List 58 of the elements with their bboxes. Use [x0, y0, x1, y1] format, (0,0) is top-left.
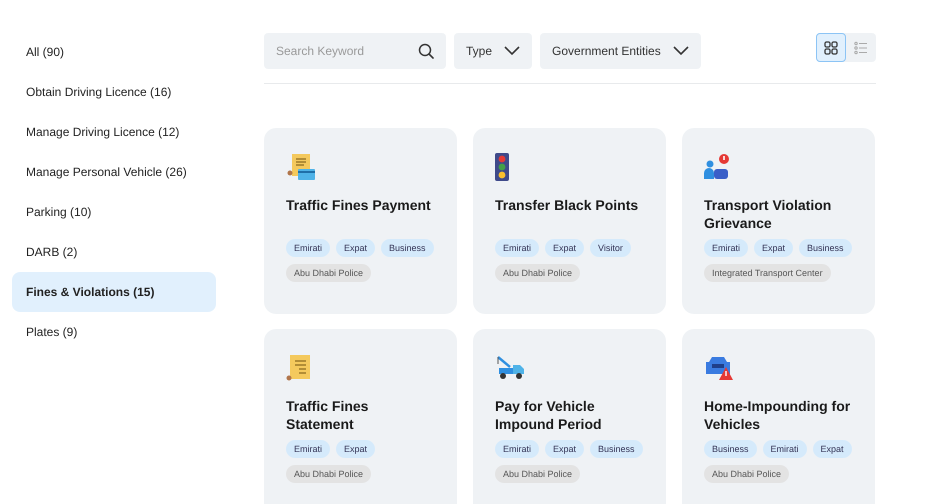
category-item[interactable]: Manage Driving Licence (12) — [12, 112, 216, 152]
entity-tag: Abu Dhabi Police — [286, 264, 372, 282]
category-item[interactable]: Manage Personal Vehicle (26) — [12, 152, 216, 192]
audience-tag: Business — [799, 239, 852, 257]
service-card[interactable]: Traffic Fines Statement Emirati Expat Abu Dhabi Police — [264, 329, 457, 504]
tow-truck-icon — [495, 355, 525, 381]
card-title: Traffic Fines Payment — [286, 196, 432, 215]
service-card[interactable]: Transport Violation Grievance Emirati Expat Business Integrated Transport Center — [682, 128, 875, 314]
audience-tag: Emirati — [286, 440, 330, 458]
service-card[interactable]: Home-Impounding for Vehicles Business Emirati Expat Abu Dhabi Police — [682, 329, 875, 504]
card-title: Transfer Black Points — [495, 196, 640, 215]
filter-dropdown[interactable]: Type — [454, 33, 532, 69]
filter-dropdown[interactable]: Government Entities — [540, 33, 701, 69]
audience-tag: Emirati — [704, 239, 748, 257]
service-card[interactable]: Traffic Fines Payment Emirati Expat Business Abu Dhabi Police — [264, 128, 457, 314]
audience-tag: Business — [590, 440, 643, 458]
audience-tag: Visitor — [590, 239, 631, 257]
grid-view-button[interactable] — [816, 33, 846, 62]
audience-tag: Expat — [812, 440, 852, 458]
entity-tag: Integrated Transport Center — [704, 264, 831, 282]
audience-tag: Expat — [754, 239, 794, 257]
search-field[interactable]: Search Keyword — [264, 33, 446, 69]
search-icon — [418, 43, 434, 59]
receipt-icon — [286, 354, 312, 382]
receipt-card-icon — [286, 153, 316, 181]
chevron-down-icon — [672, 46, 689, 56]
person-car-alert-icon — [704, 154, 730, 180]
audience-tag: Emirati — [286, 239, 330, 257]
entity-tag: Abu Dhabi Police — [495, 465, 580, 483]
list-icon — [854, 40, 868, 54]
category-item[interactable]: All (90) — [12, 32, 216, 72]
service-card[interactable]: Transfer Black Points Emirati Expat Visitor Abu Dhabi Police — [473, 128, 666, 314]
entity-tag: Abu Dhabi Police — [286, 465, 372, 483]
audience-tag: Emirati — [495, 239, 540, 257]
audience-tag: Expat — [336, 239, 376, 257]
audience-tag: Business — [704, 440, 757, 458]
category-item[interactable]: Obtain Driving Licence (16) — [12, 72, 216, 112]
audience-tag: Business — [381, 239, 434, 257]
entity-tag: Abu Dhabi Police — [495, 264, 580, 282]
audience-tag: Emirati — [495, 440, 540, 458]
category-item[interactable]: Parking (10) — [12, 192, 216, 232]
audience-tag: Emirati — [762, 440, 807, 458]
category-item[interactable]: Fines & Violations (15) — [12, 272, 216, 312]
category-item[interactable]: Plates (9) — [12, 312, 216, 352]
entity-tag: Abu Dhabi Police — [704, 465, 790, 483]
service-card[interactable]: Pay for Vehicle Impound Period Emirati Expat Business Abu Dhabi Police — [473, 329, 666, 504]
card-title: Transport Violation Grievance — [704, 196, 832, 232]
grid-icon — [824, 40, 838, 54]
car-warning-icon — [704, 355, 734, 381]
chevron-down-icon — [504, 46, 520, 56]
card-title: Home-Impounding for Vehicles — [704, 397, 852, 433]
audience-tag: Expat — [336, 440, 376, 458]
audience-tag: Expat — [545, 239, 584, 257]
audience-tag: Expat — [545, 440, 584, 458]
traffic-light-icon — [495, 153, 509, 181]
card-title: Traffic Fines Statement — [286, 397, 370, 433]
card-title: Pay for Vehicle Impound Period — [495, 397, 603, 433]
category-item[interactable]: DARB (2) — [12, 232, 216, 272]
